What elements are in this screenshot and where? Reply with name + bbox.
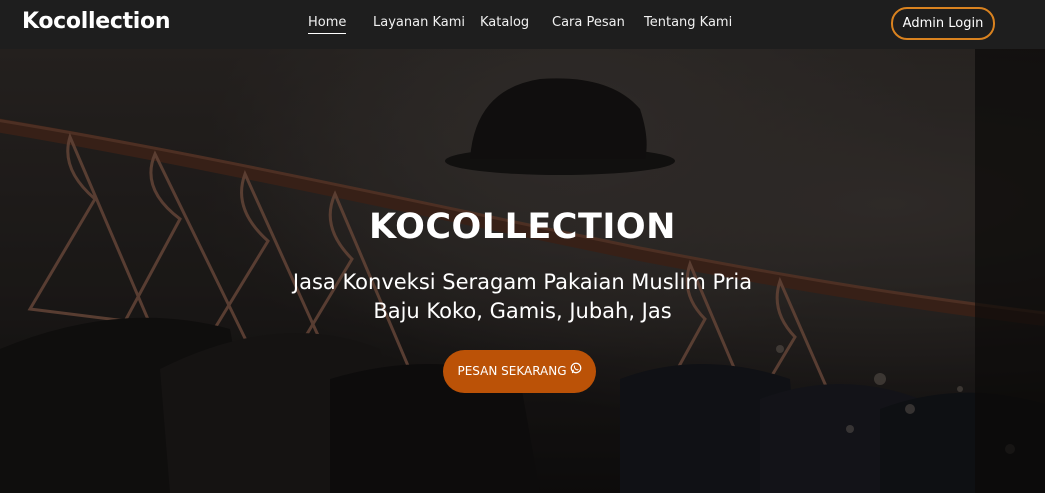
brand-logo[interactable]: Kocollection	[22, 9, 171, 34]
hero-subtitle-line1: Jasa Konveksi Seragam Pakaian Muslim Pri…	[292, 270, 753, 294]
hero-title: KOCOLLECTION	[369, 207, 676, 247]
admin-login-button[interactable]: Admin Login	[891, 7, 995, 40]
whatsapp-icon	[570, 349, 582, 392]
navbar: Kocollection Home Layanan Kami Katalog C…	[0, 0, 1045, 49]
nav-link-home[interactable]: Home	[308, 15, 347, 34]
nav-link-tentang-kami[interactable]: Tentang Kami	[644, 15, 732, 30]
nav-link-layanan-kami[interactable]: Layanan Kami	[373, 15, 465, 30]
order-now-button[interactable]: PESAN SEKARANG	[443, 350, 596, 393]
nav-link-katalog[interactable]: Katalog	[480, 15, 529, 30]
hero-section: KOCOLLECTION Jasa Konveksi Seragam Pakai…	[0, 49, 1045, 493]
order-now-label: PESAN SEKARANG	[457, 364, 567, 378]
nav-link-cara-pesan[interactable]: Cara Pesan	[552, 15, 625, 30]
hero-subtitle-line2: Baju Koko, Gamis, Jubah, Jas	[373, 299, 672, 323]
